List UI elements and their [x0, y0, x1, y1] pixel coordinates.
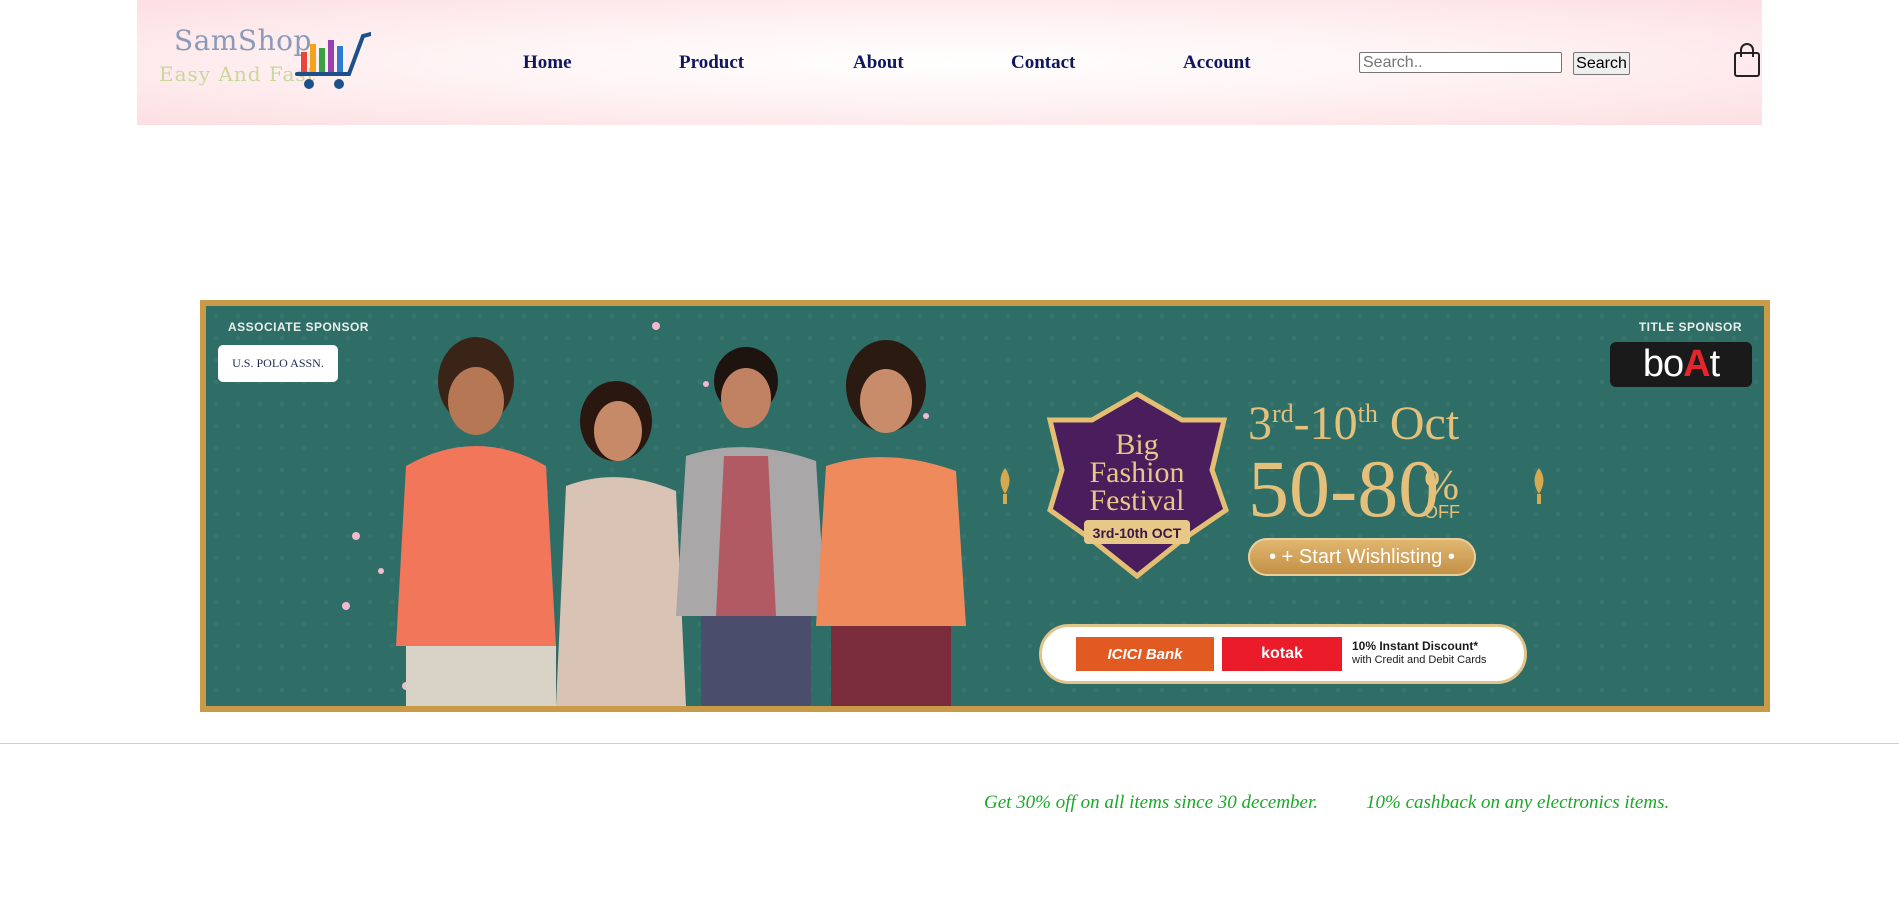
section-divider: [0, 743, 1899, 744]
title-sponsor-text: bo: [1642, 343, 1684, 385]
title-sponsor-accent: A: [1683, 343, 1710, 385]
promo-banner[interactable]: ASSOCIATE SPONSOR U.S. POLO ASSN. TITLE …: [200, 300, 1770, 712]
dates-end-sup: th: [1357, 399, 1378, 428]
search-button[interactable]: Search: [1573, 52, 1630, 75]
site-header: SamShop Easy And Fast Home Product About…: [137, 0, 1762, 125]
start-wishlisting-button[interactable]: • + Start Wishlisting •: [1248, 538, 1476, 576]
offer-text-discount: Get 30% off on all items since 30 decemb…: [984, 792, 1319, 813]
nav-about[interactable]: About: [853, 52, 904, 74]
gold-motif-icon: [1534, 468, 1544, 504]
bank-offer-title: 10% Instant Discount*: [1352, 639, 1479, 653]
title-sponsor-logo: bo At: [1610, 342, 1752, 387]
discount-range: 50-80: [1248, 443, 1440, 534]
bank-offer-strip: ICICI Bank kotak 10% Instant Discount* w…: [1039, 624, 1527, 684]
big-fashion-festival-badge: Big Fashion Festival 3rd-10th OCT: [1046, 391, 1229, 580]
shopping-cart-icon: [295, 32, 371, 89]
banner-content: ASSOCIATE SPONSOR U.S. POLO ASSN. TITLE …: [206, 306, 1764, 706]
icici-bank-name: ICICI Bank: [1107, 645, 1183, 663]
festival-dates-label: 3rd-10th OCT: [1093, 525, 1182, 541]
gold-motif-icon: [1000, 468, 1010, 504]
nav-home[interactable]: Home: [523, 52, 572, 74]
offer-text-cashback: 10% cashback on any electronics items.: [1366, 792, 1670, 813]
title-sponsor-text-end: t: [1709, 343, 1721, 385]
festival-line-3: Festival: [1090, 484, 1185, 517]
bank-offer-subtitle: with Credit and Debit Cards: [1352, 654, 1487, 667]
site-logo[interactable]: SamShop Easy And Fast: [159, 24, 379, 94]
shopping-bag-icon[interactable]: [1732, 42, 1762, 78]
dates-start-sup: rd: [1272, 399, 1294, 428]
bank-offer-text: 10% Instant Discount* with Credit and De…: [1352, 639, 1492, 667]
associate-sponsor-logo: U.S. POLO ASSN.: [218, 345, 338, 382]
nav-contact[interactable]: Contact: [1011, 52, 1075, 74]
logo-name: SamShop: [174, 24, 312, 57]
nav-account[interactable]: Account: [1183, 52, 1251, 74]
fashion-models-image: [342, 322, 966, 706]
kotak-bank-name: kotak: [1261, 645, 1303, 662]
icici-bank-logo: ICICI Bank: [1076, 637, 1214, 671]
search-input[interactable]: [1359, 52, 1562, 73]
kotak-bank-logo: kotak: [1222, 637, 1342, 671]
title-sponsor-label: TITLE SPONSOR: [1638, 320, 1742, 334]
discount-off: OFF: [1424, 502, 1460, 522]
nav-product[interactable]: Product: [679, 52, 744, 74]
